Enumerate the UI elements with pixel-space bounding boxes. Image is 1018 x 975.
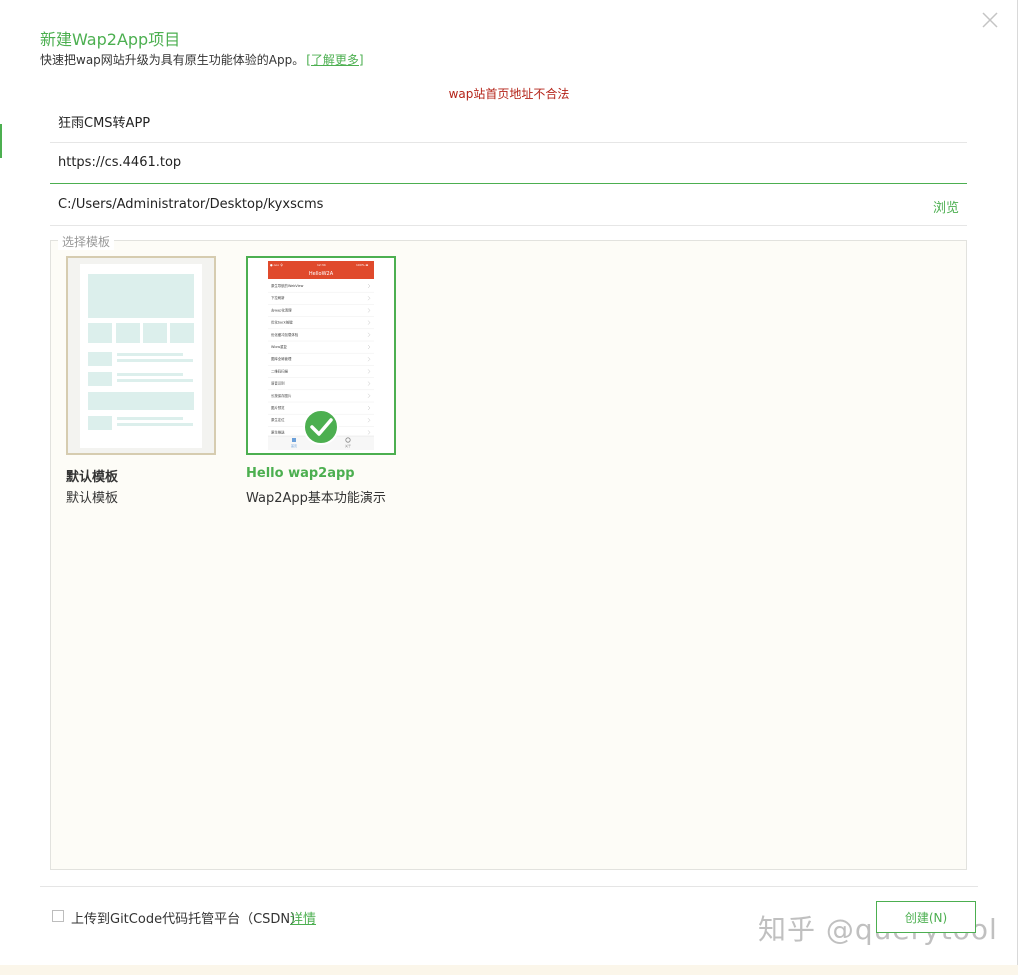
template-legend: 选择模板 <box>58 233 115 250</box>
learn-more-link[interactable]: [了解更多] <box>306 53 363 67</box>
preview-row-label: 原生推送 <box>271 429 285 434</box>
template-card-default[interactable] <box>66 256 216 455</box>
preview-row-label: 优化缓冲加载体验 <box>271 332 299 337</box>
footer-divider <box>40 886 978 887</box>
preview-row-label: 去wap化清理 <box>271 307 292 312</box>
preview-status-mid: 12:34 <box>317 263 326 267</box>
preview-tab-about: 关于 <box>345 443 351 448</box>
preview-row-label: 优化back按键 <box>271 320 293 325</box>
app-name-field <box>50 101 967 143</box>
details-link[interactable]: 详情 <box>290 908 316 927</box>
template-desc-default: 默认模板 <box>66 491 119 506</box>
preview-tab-home: 首页 <box>291 443 297 448</box>
preview-row-label: 原生导航的WebView <box>271 283 304 288</box>
browse-button[interactable]: 浏览 <box>933 197 959 216</box>
close-icon[interactable] <box>981 11 999 29</box>
gitcode-upload-checkbox[interactable] <box>52 910 64 922</box>
template-card-hello[interactable]: ● ooo 令 12:34 100% ▬ HelloW2A 原生导航的WebVi… <box>246 256 396 455</box>
subtitle-text: 快速把wap网站升级为具有原生功能体验的App。 <box>40 53 305 67</box>
template-desc-hello: Wap2App基本功能演示 <box>246 491 386 506</box>
preview-status-right: 100% ▬ <box>356 263 369 267</box>
new-project-dialog: 新建Wap2App项目 快速把wap网站升级为具有原生功能体验的App。 [了解更… <box>0 0 1018 965</box>
hello-template-thumbnail: ● ooo 令 12:34 100% ▬ HelloW2A 原生导航的WebVi… <box>248 258 394 453</box>
dialog-subtitle: 快速把wap网站升级为具有原生功能体验的App。 [了解更多] <box>40 51 364 68</box>
preview-row-label: 长按保存图片 <box>271 393 292 398</box>
left-accent-bar <box>0 124 2 158</box>
preview-row-label: 原生定位 <box>271 417 285 422</box>
preview-status-left: ● ooo 令 <box>270 262 283 267</box>
dialog-title: 新建Wap2App项目 <box>40 30 181 49</box>
preview-header-title: HelloW2A <box>309 271 334 277</box>
url-input[interactable] <box>50 155 967 170</box>
url-field <box>50 142 967 184</box>
preview-row-label: 二维码扫描 <box>271 368 289 373</box>
selected-check-icon <box>303 409 339 445</box>
path-input[interactable] <box>50 197 967 212</box>
preview-row-label: 下拉刷新 <box>271 295 285 300</box>
preview-row-label: 语音识别 <box>271 381 285 386</box>
template-name-hello: Hello wap2app <box>246 466 355 481</box>
template-name-default: 默认模板 <box>66 470 119 485</box>
bottom-strip <box>0 965 1018 975</box>
gitcode-upload-label: 上传到GitCode代码托管平台（CSDN） <box>71 912 304 927</box>
create-button[interactable]: 创建(N) <box>876 901 976 933</box>
preview-row-label: Wlow重复 <box>271 344 288 349</box>
default-template-thumbnail <box>68 258 214 453</box>
path-field: 浏览 <box>50 184 967 226</box>
preview-row-label: 图片预览 <box>271 405 285 410</box>
validation-error: wap站首页地址不合法 <box>448 87 570 101</box>
app-name-input[interactable] <box>50 114 967 129</box>
preview-row-label: 图库全局管理 <box>271 356 292 361</box>
